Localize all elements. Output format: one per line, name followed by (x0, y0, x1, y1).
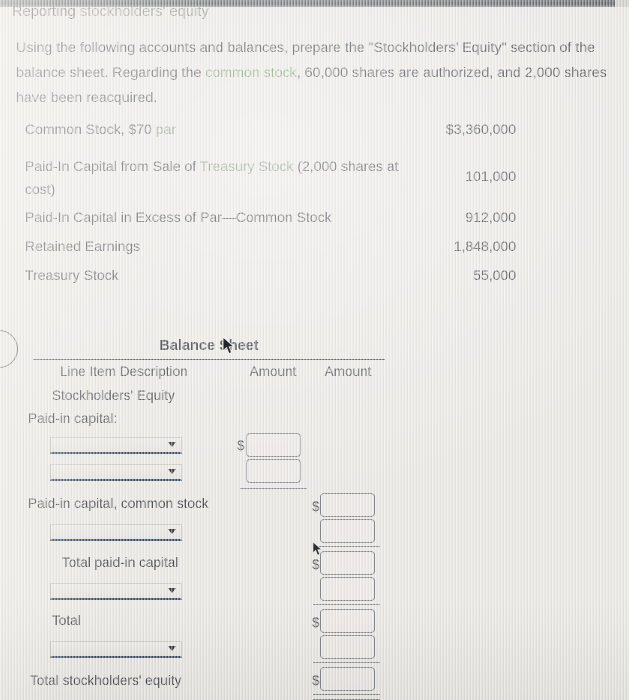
worksheet-title: Balance Sheet (159, 338, 259, 354)
account-label-text: Paid-In Capital from Sale of (25, 158, 200, 174)
line-item-select-1[interactable] (50, 437, 182, 454)
top-bar-right-notch (615, 0, 629, 7)
page-title-prefix: Reporting (12, 4, 80, 20)
account-amount: 912,000 (465, 209, 516, 225)
amount-input-col2-row5[interactable] (320, 609, 375, 633)
account-label-term-link[interactable]: par (156, 121, 176, 137)
subtotal-rule-col2-c (313, 662, 380, 663)
subtotal-rule-col1 (240, 488, 307, 489)
column-header-amount-1: Amount (249, 364, 297, 379)
column-header-amount-2: Amount (324, 364, 372, 379)
grand-total-double-rule (313, 694, 380, 700)
chevron-down-icon (168, 646, 176, 651)
account-label-text: Common Stock, $70 (25, 121, 156, 137)
amount-input-col2-row3[interactable] (320, 551, 375, 575)
dollar-sign-col2-row3: $ (312, 557, 320, 572)
amount-input-col2-row1[interactable] (320, 493, 375, 517)
amount-input-col2-row2[interactable] (320, 519, 375, 543)
account-amount: $3,360,000 (445, 121, 516, 137)
line-item-select-5[interactable] (50, 641, 182, 658)
worksheet-title-rule (33, 359, 385, 360)
page-title-topic: stockholders' equity (79, 4, 209, 20)
subtotal-rule-col2-a (313, 546, 380, 547)
worksheet-subsection-header: Paid-in capital: (28, 411, 118, 426)
chevron-down-icon (168, 529, 176, 534)
subtotal-rule-col2-b (313, 604, 380, 605)
account-label-text: Retained Earnings (25, 238, 141, 254)
amount-input-col2-row6[interactable] (320, 635, 375, 659)
worksheet-collapse-circle-icon[interactable] (0, 330, 18, 368)
line-item-select-3[interactable] (50, 524, 182, 541)
dollar-sign-col2-row1: $ (312, 499, 320, 514)
account-label-text: Treasury Stock (25, 267, 119, 283)
line-item-select-2[interactable] (50, 464, 182, 481)
account-amount: 55,000 (473, 267, 516, 283)
worksheet-row-label-1: Paid-in capital, common stock (28, 496, 209, 511)
worksheet-row-label-3: Total (52, 613, 81, 628)
column-header-description: Line Item Description (60, 364, 188, 379)
chevron-down-icon (168, 442, 176, 447)
amount-input-col2-row4[interactable] (320, 577, 375, 601)
dollar-sign-col2-row7: $ (312, 673, 320, 688)
amount-input-col2-row7[interactable] (320, 667, 375, 691)
instructions-common-stock-link[interactable]: common stock (205, 65, 296, 81)
instructions-paragraph: Using the following accounts and balance… (16, 36, 616, 111)
amount-input-col1-row2[interactable] (246, 459, 301, 483)
chevron-down-icon (168, 588, 176, 593)
instructions-line-1: Using the following accounts and balance… (16, 40, 572, 56)
worksheet-row-label-2: Total paid-in capital (62, 555, 179, 570)
dollar-sign-col1-row1: $ (237, 438, 245, 453)
worksheet-row-label-4: Total stockholders' equity (30, 673, 182, 688)
account-label-term-link[interactable]: Treasury Stock (200, 158, 294, 174)
worksheet-section-header: Stockholders' Equity (52, 388, 175, 403)
chevron-down-icon (168, 469, 176, 474)
instructions-line-2b: , 60,000 shares are authorized, and (296, 65, 521, 81)
line-item-select-4[interactable] (50, 583, 182, 600)
amount-input-col1-row1[interactable] (246, 433, 301, 457)
account-label-text: Paid-In Capital in Excess of Par—Common … (25, 209, 332, 225)
account-amount: 1,848,000 (453, 238, 516, 254)
account-amount: 101,000 (465, 168, 516, 184)
dollar-sign-col2-row5: $ (312, 615, 320, 630)
page-title: Reporting stockholders' equity (12, 4, 209, 20)
